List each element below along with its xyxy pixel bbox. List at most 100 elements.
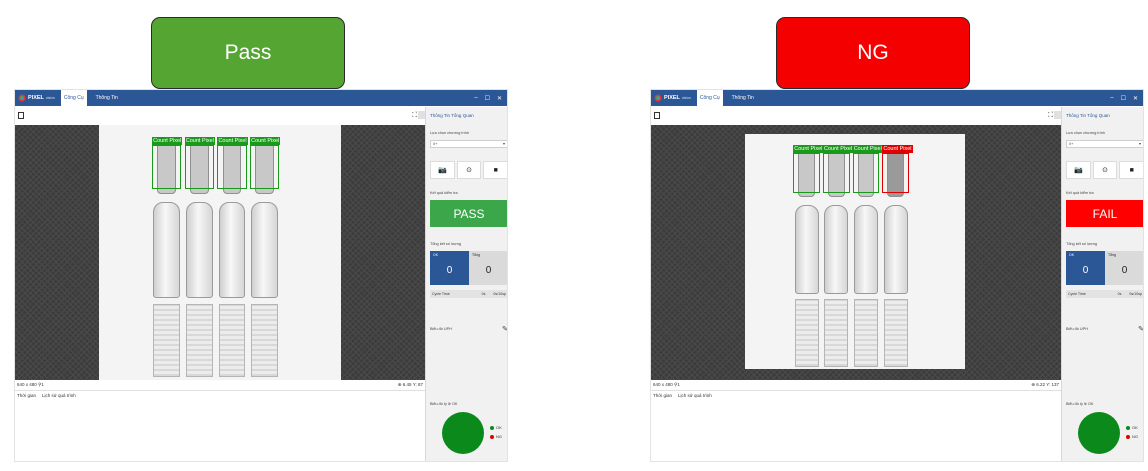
legend-ng: NG	[1126, 434, 1138, 439]
image-size-readout: 640 x 480 ⚲1	[17, 381, 44, 387]
detection-box	[217, 145, 247, 189]
window-controls: – ☐ ✕	[474, 95, 502, 102]
ok-count-tile: OK 0	[1066, 251, 1105, 285]
result-label: Kết quả kiểm tra	[430, 191, 458, 195]
detection-label: Count Pixel	[822, 144, 854, 153]
viewer-status-bar: 640 x 480 ⚲1 ⊕ 6.22 Y: 137	[651, 380, 1061, 389]
ampoule-body	[824, 204, 849, 294]
run-button[interactable]: ⊙	[1092, 161, 1118, 179]
camera-icon: 📷	[1073, 167, 1083, 174]
ampoule-base	[218, 303, 246, 378]
log-tabs: Thời gian Lịch sử quá trình	[15, 390, 425, 400]
cycle-time-row: Cycle Time 0s 0s/10sp	[1066, 290, 1143, 298]
detection-box	[822, 152, 850, 193]
play-circle-icon: ⊙	[466, 167, 472, 174]
detection-label: Count Pixel	[793, 144, 824, 153]
ampoule-body	[794, 204, 819, 294]
maximize-button[interactable]: ☐	[485, 95, 490, 102]
program-select[interactable]: 0+ ▾	[430, 140, 507, 148]
cursor-position-readout: ⊕ 6.22 Y: 137	[1031, 381, 1059, 387]
window-controls: – ☐ ✕	[1110, 95, 1138, 102]
ampoule-body	[153, 201, 181, 299]
ampoule-body	[853, 204, 879, 294]
tab-thong-tin[interactable]: Thông Tin	[93, 90, 121, 106]
ratio-chart-label: Biểu đồ tỷ lệ OK	[1066, 402, 1094, 406]
count-label: Tổng kết số lượng	[1066, 242, 1097, 246]
chevron-down-icon: ▾	[502, 141, 505, 146]
panel-title: Thông Tin Tổng Quan	[1066, 113, 1110, 118]
ampoule-base	[251, 303, 279, 378]
image-viewer[interactable]: Count Pixel Count Pixel Count Pixel Count P…	[15, 125, 425, 380]
ampoule-base	[883, 298, 908, 367]
run-button[interactable]: ⊙	[456, 161, 482, 179]
program-label: Lựa chọn chương trình	[1066, 131, 1106, 135]
chevron-down-icon: ▾	[1138, 141, 1141, 146]
legend-ng: NG	[490, 434, 502, 439]
pin-icon[interactable]: ✎	[1138, 325, 1143, 333]
detection-box	[793, 152, 820, 193]
import-icon[interactable]	[18, 112, 24, 119]
log-tab-time[interactable]: Thời gian	[653, 393, 672, 398]
uph-chart-header: Biểu đồ UPH ✎	[1066, 325, 1144, 333]
brand-subtitle: vision	[45, 96, 55, 100]
control-buttons: 📷 ⊙ ■	[1066, 161, 1143, 179]
panel-toggle-icon[interactable]	[418, 111, 425, 119]
stop-button[interactable]: ■	[1119, 161, 1143, 179]
camera-icon: 📷	[437, 167, 447, 174]
stop-button[interactable]: ■	[483, 161, 507, 179]
brand-subtitle: vision	[681, 96, 691, 100]
ng-banner: NG	[776, 17, 970, 89]
fullscreen-icon[interactable]: ⛶	[412, 112, 417, 120]
count-summary: OK 0 Tổng 0	[430, 251, 507, 285]
result-label: Kết quả kiểm tra	[1066, 191, 1094, 195]
minimize-button[interactable]: –	[474, 95, 477, 102]
result-indicator: PASS	[430, 200, 507, 227]
log-tabs: Thời gian Lịch sử quá trình	[651, 390, 1061, 400]
pixel-logo-icon	[18, 94, 26, 102]
maximize-button[interactable]: ☐	[1121, 95, 1126, 102]
panel-toggle-icon[interactable]	[1054, 111, 1061, 119]
detection-box	[882, 152, 909, 193]
pin-icon[interactable]: ✎	[502, 325, 507, 333]
total-count-tile: Tổng 0	[469, 251, 507, 285]
image-viewer[interactable]: Count Pixel Count Pixel Count Pixel Count P…	[651, 125, 1061, 380]
ampoule-base	[824, 298, 849, 367]
ok-ratio-pie	[442, 412, 484, 454]
capture-button[interactable]: 📷	[1066, 161, 1091, 179]
log-tab-history[interactable]: Lịch sử quá trình	[42, 393, 76, 398]
app-window-pass: PIXEL vision Công Cụ Thông Tin – ☐ ✕ ⛶ C…	[14, 89, 508, 462]
program-select[interactable]: 0+ ▾	[1066, 140, 1143, 148]
fullscreen-icon[interactable]: ⛶	[1048, 112, 1053, 120]
detection-label: Count Pixel	[217, 137, 248, 146]
ampoule-base	[794, 298, 819, 367]
title-bar: PIXEL vision Công Cụ Thông Tin – ☐ ✕	[15, 90, 507, 106]
tab-cong-cu[interactable]: Công Cụ	[60, 90, 87, 106]
cursor-position-readout: ⊕ 6.45 Y: 87	[397, 381, 423, 387]
ratio-chart-label: Biểu đồ tỷ lệ OK	[430, 402, 458, 406]
ok-count-tile: OK 0	[430, 251, 469, 285]
import-icon[interactable]	[654, 112, 660, 119]
ampoule-body	[251, 201, 279, 299]
log-tab-history[interactable]: Lịch sử quá trình	[678, 393, 712, 398]
cycle-time-row: Cycle Time 0s 0s/10sp	[430, 290, 507, 298]
ampoule-base	[153, 303, 181, 378]
detection-box	[852, 152, 880, 193]
detection-box	[184, 145, 215, 189]
close-button[interactable]: ✕	[1133, 95, 1138, 102]
uph-chart-header: Biểu đồ UPH ✎	[430, 325, 508, 333]
detection-label: Count Pixel	[882, 144, 913, 153]
detection-box	[152, 145, 182, 189]
viewer-status-bar: 640 x 480 ⚲1 ⊕ 6.45 Y: 87	[15, 380, 425, 389]
tab-cong-cu[interactable]: Công Cụ	[696, 90, 723, 106]
log-tab-time[interactable]: Thời gian	[17, 393, 36, 398]
close-button[interactable]: ✕	[497, 95, 502, 102]
tab-thong-tin[interactable]: Thông Tin	[729, 90, 757, 106]
detection-label: Count Pixel	[852, 144, 883, 153]
capture-button[interactable]: 📷	[430, 161, 455, 179]
ampoule-body	[218, 201, 246, 299]
control-buttons: 📷 ⊙ ■	[430, 161, 507, 179]
minimize-button[interactable]: –	[1110, 95, 1113, 102]
play-circle-icon: ⊙	[1102, 167, 1108, 174]
app-window-ng: PIXEL vision Công Cụ Thông Tin – ☐ ✕ ⛶ C…	[650, 89, 1144, 462]
detection-label: Count Pixel	[184, 137, 215, 146]
